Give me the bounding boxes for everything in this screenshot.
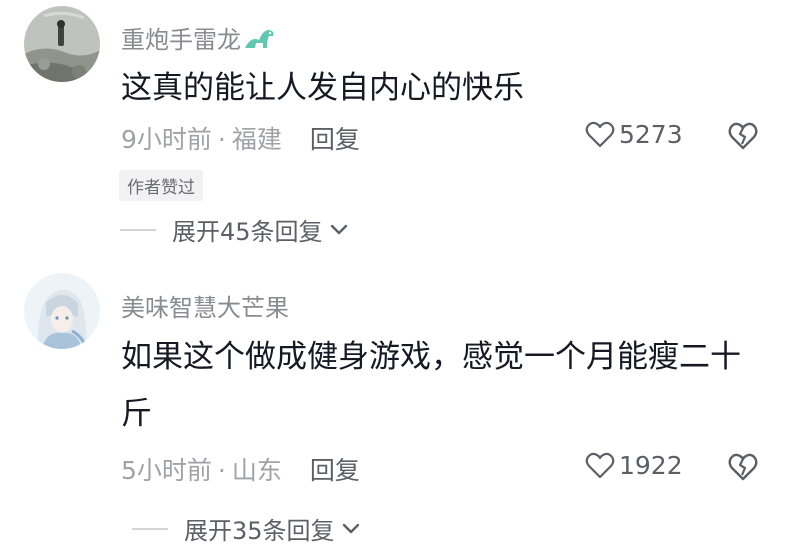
comment-text: 这真的能让人发自内心的快乐: [121, 70, 524, 106]
separator: ·: [217, 125, 226, 154]
reply-button[interactable]: 回复: [310, 125, 360, 154]
comment-time: 5小时前: [121, 456, 212, 485]
expand-replies-button[interactable]: 展开45条回复: [120, 212, 349, 247]
comment-item: 美味智慧大芒果 如果这个做成健身游戏，感觉一个月能瘦二十斤 5小时前 · 山东 回复 …: [0, 265, 800, 559]
expand-replies-label[interactable]: 展开35条回复: [184, 511, 335, 546]
username-text[interactable]: 重炮手雷龙: [121, 26, 241, 54]
heart-outline-icon: [585, 452, 615, 478]
expand-replies-label[interactable]: 展开45条回复: [172, 212, 323, 247]
comment-location: 山东: [231, 456, 282, 485]
dinosaur-icon: [243, 26, 277, 58]
broken-heart-icon: [728, 453, 758, 481]
divider: [132, 527, 168, 530]
divider: [120, 228, 156, 231]
expand-replies-button[interactable]: 展开35条回复: [132, 511, 361, 546]
comment-meta: 5小时前 · 山东 回复: [121, 451, 360, 487]
like-button[interactable]: 5273: [585, 120, 683, 149]
avatar[interactable]: [24, 273, 100, 349]
author-liked-badge: 作者赞过: [119, 170, 203, 201]
comment-text: 如果这个做成健身游戏，感觉一个月能瘦二十斤: [121, 339, 741, 432]
heart-outline-icon: [585, 121, 615, 147]
broken-heart-icon: [728, 122, 758, 150]
like-button[interactable]: 1922: [585, 451, 683, 480]
like-count: 5273: [619, 120, 683, 149]
username[interactable]: 美味智慧大芒果: [121, 288, 289, 323]
avatar[interactable]: [24, 6, 100, 82]
comment-item: 重炮手雷龙 这真的能让人发自内心的快乐 9小时前 · 福建 回复 5273 作者赞过 …: [0, 0, 800, 265]
dislike-button[interactable]: [727, 121, 759, 155]
dislike-button[interactable]: [727, 452, 759, 486]
chevron-down-icon: [342, 523, 359, 533]
comment-location: 福建: [231, 125, 282, 154]
reply-button[interactable]: 回复: [310, 456, 360, 485]
comment-meta: 9小时前 · 福建 回复: [121, 120, 360, 156]
separator: ·: [217, 456, 226, 485]
chevron-down-icon: [330, 224, 347, 234]
username[interactable]: 重炮手雷龙: [121, 20, 277, 58]
like-count: 1922: [619, 451, 683, 480]
comment-time: 9小时前: [121, 125, 212, 154]
